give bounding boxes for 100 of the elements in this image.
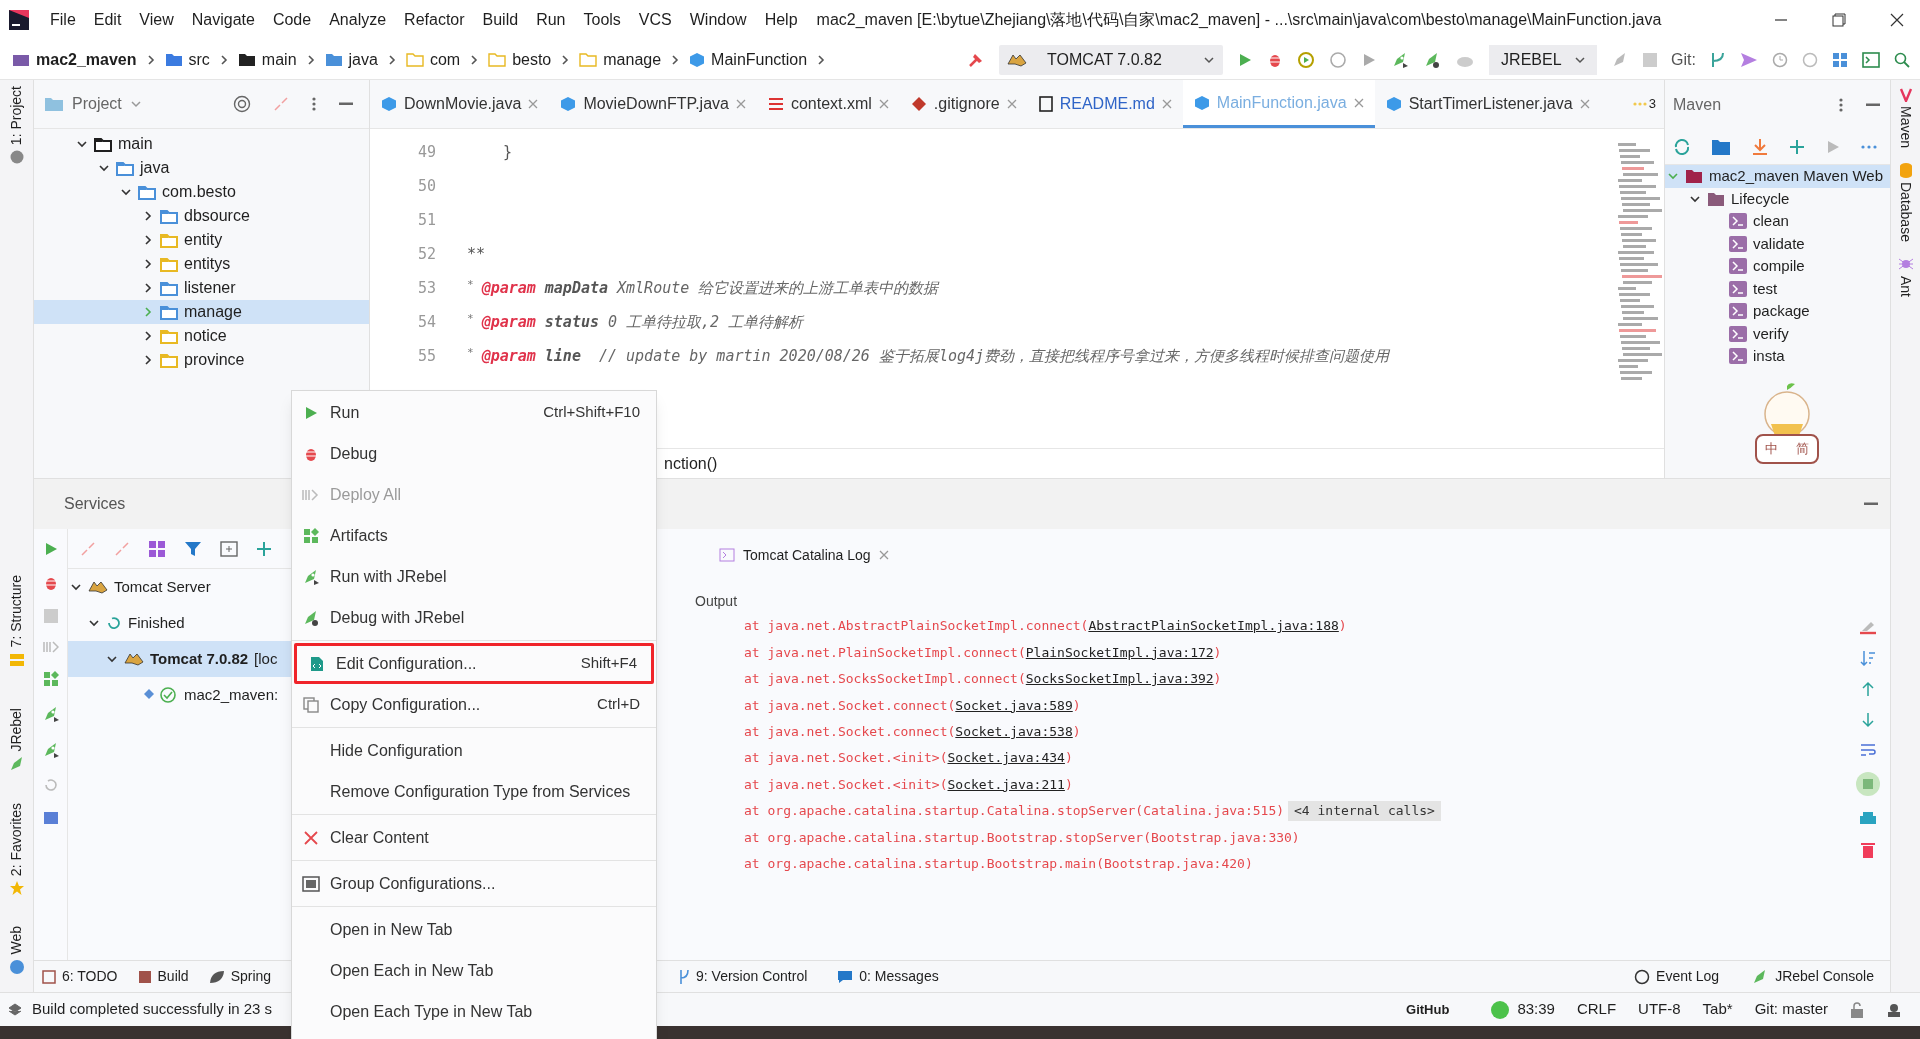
- branch-icon[interactable]: [1710, 50, 1726, 69]
- tree-item[interactable]: Lifecycle: [1665, 187, 1890, 210]
- editor-tab[interactable]: README.md: [1027, 80, 1183, 128]
- panel-title[interactable]: Services: [64, 492, 126, 516]
- folder-refresh-icon[interactable]: [1711, 137, 1731, 156]
- artifacts-icon[interactable]: [42, 671, 59, 687]
- menu-item[interactable]: Edit Configuration... Shift+F4: [294, 643, 654, 684]
- menu-item[interactable]: Open Each Type in New Tab: [294, 991, 654, 1032]
- tab-overflow-button[interactable]: 3: [1624, 80, 1664, 128]
- status-widget[interactable]: Tab*: [1702, 998, 1733, 1021]
- chevron-right-icon[interactable]: [142, 234, 154, 246]
- tree-item[interactable]: validate: [1665, 232, 1890, 255]
- breadcrumb-item[interactable]: main: [235, 47, 299, 72]
- chevron-right-icon[interactable]: [142, 282, 154, 294]
- chevron-down-icon[interactable]: [120, 186, 132, 198]
- breadcrumb-item[interactable]: java: [322, 47, 380, 72]
- add-icon[interactable]: [1789, 138, 1805, 155]
- more-icon[interactable]: [311, 96, 317, 112]
- target-icon[interactable]: [233, 95, 251, 113]
- menu-item[interactable]: Edit: [84, 4, 131, 36]
- play-icon[interactable]: [303, 404, 319, 421]
- menu-item[interactable]: Remove Configuration Type from Services: [294, 771, 654, 812]
- tool-window-tab[interactable]: 1: Project: [6, 86, 27, 146]
- tree-item[interactable]: Tomcat Server: [68, 569, 291, 605]
- panel-title[interactable]: Maven: [1673, 92, 1722, 117]
- breadcrumb-item[interactable]: src: [162, 47, 212, 72]
- status-widget[interactable]: Git: master: [1754, 998, 1828, 1021]
- restore-icon[interactable]: [1832, 13, 1846, 27]
- sort-icon[interactable]: [1860, 650, 1876, 666]
- terminal-icon[interactable]: [1862, 51, 1880, 68]
- status-widget[interactable]: GitHub: [1406, 999, 1450, 1020]
- tree-item[interactable]: province: [34, 348, 369, 372]
- tool-window-button[interactable]: 9: Version Control: [670, 966, 816, 987]
- editor-tab[interactable]: .gitignore: [899, 80, 1028, 128]
- chevron-right-icon[interactable]: [142, 258, 154, 270]
- chevron-right-icon[interactable]: [142, 210, 154, 222]
- filter-icon[interactable]: [184, 539, 202, 558]
- menu-item[interactable]: Debug with JRebel: [294, 597, 654, 638]
- minimize-icon[interactable]: [1864, 502, 1878, 506]
- minimize-icon[interactable]: [339, 102, 353, 106]
- tool-window-button[interactable]: Event Log: [1626, 966, 1728, 987]
- menu-item[interactable]: Open Each in New Tab: [294, 950, 654, 991]
- tree-item[interactable]: entitys: [34, 252, 369, 276]
- menu-item[interactable]: Analyze: [320, 4, 396, 36]
- tool-window-tab[interactable]: Database: [1895, 182, 1916, 242]
- scroll-end-icon[interactable]: [1856, 772, 1880, 796]
- console-tab[interactable]: Tomcat Catalina Log: [719, 544, 889, 566]
- menu-item[interactable]: Build: [473, 4, 528, 36]
- chevron-down-icon[interactable]: [106, 653, 118, 665]
- rocket-icon[interactable]: [1391, 50, 1410, 69]
- tree-item[interactable]: Tomcat 7.0.82 [loc: [68, 641, 291, 677]
- new-tab-icon[interactable]: [220, 540, 238, 557]
- download-icon[interactable]: [1751, 137, 1769, 156]
- tool-window-tab[interactable]: Web: [6, 926, 27, 955]
- tool-window-button[interactable]: 0: Messages: [829, 966, 947, 987]
- tool-window-button[interactable]: 6: TODO: [34, 966, 126, 987]
- menu-item[interactable]: View: [130, 4, 183, 36]
- search-icon[interactable]: [1894, 51, 1910, 68]
- tree-item[interactable]: verify: [1665, 322, 1890, 345]
- menu-item[interactable]: Clear Content: [294, 817, 654, 858]
- tree-item[interactable]: Finished: [68, 605, 291, 641]
- tree-item[interactable]: insta: [1665, 345, 1890, 368]
- print-icon[interactable]: [1859, 811, 1877, 827]
- editor-tab[interactable]: DownMovie.java: [370, 80, 550, 128]
- status-widget[interactable]: UTF-8: [1638, 998, 1681, 1021]
- close-icon[interactable]: [1890, 13, 1904, 27]
- breadcrumb-item[interactable]: mac2_maven: [10, 47, 139, 72]
- history-icon[interactable]: [1772, 51, 1788, 68]
- breadcrumb-item[interactable]: MainFunction: [687, 47, 810, 72]
- status-widget[interactable]: 83:39: [1517, 998, 1555, 1021]
- tool-window-tab[interactable]: 7: Structure: [6, 575, 27, 648]
- tree-item[interactable]: package: [1665, 300, 1890, 323]
- clear-icon[interactable]: [1859, 619, 1877, 635]
- menu-item[interactable]: Group Configurations...: [294, 863, 654, 904]
- layout-icon[interactable]: [1832, 51, 1848, 68]
- refresh-icon[interactable]: [1673, 137, 1691, 156]
- rocket-icon[interactable]: [302, 567, 320, 586]
- menu-item[interactable]: Run with JRebel: [294, 556, 654, 597]
- jrebel-dropdown[interactable]: JREBEL: [1489, 44, 1598, 75]
- editor-tab[interactable]: StartTimerListener.java: [1374, 80, 1601, 128]
- chevron-down-icon[interactable]: [70, 581, 82, 593]
- menu-item[interactable]: Hide Configuration: [294, 730, 654, 771]
- chevron-right-icon[interactable]: [142, 354, 154, 366]
- editor-breadcrumb[interactable]: nction(): [664, 451, 718, 476]
- down-arrow-icon[interactable]: [1861, 712, 1875, 728]
- run-config-dropdown[interactable]: TOMCAT 7.0.82: [999, 44, 1224, 75]
- tree-item[interactable]: com.besto: [34, 180, 369, 204]
- tree-item[interactable]: mac2_maven Maven Web: [1665, 165, 1890, 188]
- tree-item[interactable]: mac2_maven:: [68, 677, 291, 713]
- breadcrumb-item[interactable]: manage: [577, 47, 664, 72]
- more-icon[interactable]: [1838, 96, 1844, 113]
- menu-item[interactable]: Window: [680, 4, 756, 36]
- internal-calls-badge[interactable]: <4 internal calls>: [1288, 801, 1441, 821]
- minimize-icon[interactable]: [1866, 102, 1880, 107]
- panel-title[interactable]: Project: [72, 92, 122, 116]
- more-icon[interactable]: [1861, 144, 1877, 149]
- tool-window-tab[interactable]: Maven: [1895, 106, 1916, 149]
- group-icon[interactable]: [148, 539, 166, 558]
- menu-item[interactable]: Run Ctrl+Shift+F10: [294, 392, 654, 433]
- lock-icon[interactable]: [1850, 1001, 1864, 1018]
